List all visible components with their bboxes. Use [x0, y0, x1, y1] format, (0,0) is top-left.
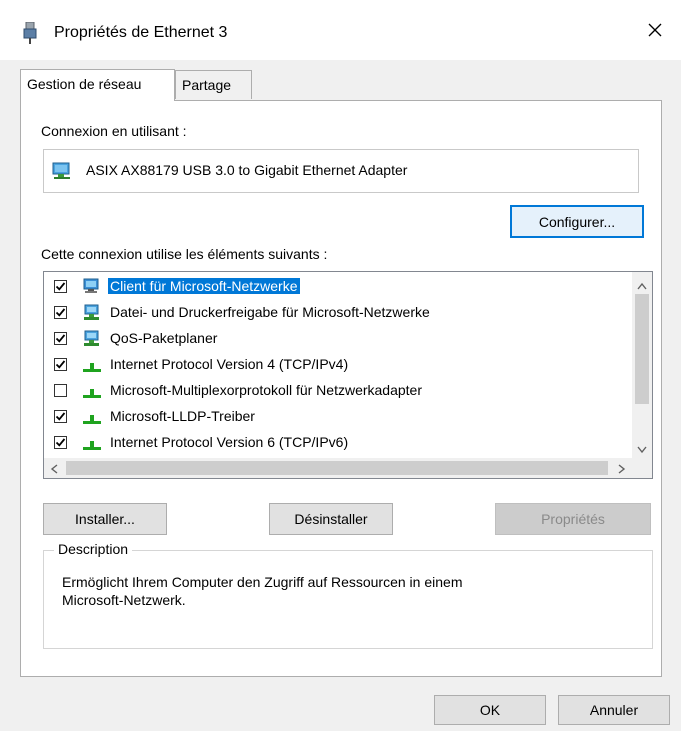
network-service-icon — [82, 304, 102, 322]
list-item-label: Internet Protocol Version 4 (TCP/IPv4) — [110, 356, 349, 372]
network-client-icon — [82, 278, 102, 296]
checkbox-qos-scheduler[interactable] — [54, 332, 67, 345]
components-list[interactable]: Client für Microsoft-Netzwerke Datei- un… — [43, 271, 653, 479]
adapter-name: ASIX AX88179 USB 3.0 to Gigabit Ethernet… — [86, 162, 408, 178]
window-title: Propriétés de Ethernet 3 — [54, 24, 228, 41]
vertical-scrollbar[interactable] — [632, 272, 652, 458]
scroll-left-icon[interactable] — [50, 462, 58, 476]
checkbox-file-printer-sharing[interactable] — [54, 306, 67, 319]
list-item-label: Datei- und Druckerfreigabe für Microsoft… — [110, 304, 430, 320]
list-item-label: Internet Protocol Version 6 (TCP/IPv6) — [110, 434, 349, 450]
cancel-button[interactable]: Annuler — [558, 695, 670, 725]
scroll-down-icon[interactable] — [637, 442, 647, 456]
protocol-icon — [82, 356, 102, 374]
connect-using-label: Connexion en utilisant : — [41, 123, 187, 139]
checkbox-client-ms-networks[interactable] — [54, 280, 67, 293]
configure-button[interactable]: Configurer... — [510, 205, 644, 238]
description-line: Ermöglicht Ihrem Computer den Zugriff au… — [62, 574, 463, 590]
properties-dialog: Propriétés de Ethernet 3 Gestion de rése… — [0, 0, 681, 731]
scroll-right-icon[interactable] — [618, 462, 626, 476]
list-item-label: Microsoft-LLDP-Treiber — [110, 408, 255, 424]
uninstall-button[interactable]: Désinstaller — [269, 503, 393, 535]
description-legend: Description — [54, 541, 133, 557]
adapter-field: ASIX AX88179 USB 3.0 to Gigabit Ethernet… — [43, 149, 639, 193]
checkbox-multiplexor[interactable] — [54, 384, 67, 397]
list-item-label: Microsoft-Multiplexorprotokoll für Netzw… — [110, 382, 422, 398]
list-item-lldp[interactable]: Microsoft-LLDP-Treiber — [44, 404, 626, 430]
protocol-icon — [82, 434, 102, 452]
protocol-icon — [82, 408, 102, 426]
checkbox-ipv6[interactable] — [54, 436, 67, 449]
list-item-qos-scheduler[interactable]: QoS-Paketplaner — [44, 326, 626, 352]
network-service-icon — [82, 330, 102, 348]
title-bar: Propriétés de Ethernet 3 — [0, 0, 681, 60]
network-adapter-icon — [22, 21, 38, 44]
vertical-scroll-thumb[interactable] — [635, 294, 649, 404]
list-item-ipv4[interactable]: Internet Protocol Version 4 (TCP/IPv4) — [44, 352, 626, 378]
ok-button[interactable]: OK — [434, 695, 546, 725]
protocol-icon — [82, 382, 102, 400]
tab-sharing[interactable]: Partage — [175, 70, 252, 99]
description-group: Description Ermöglicht Ihrem Computer de… — [43, 541, 653, 649]
description-line: Microsoft-Netzwerk. — [62, 592, 186, 608]
install-button[interactable]: Installer... — [43, 503, 167, 535]
close-button[interactable] — [635, 14, 675, 48]
horizontal-scrollbar[interactable] — [44, 458, 652, 478]
network-adapter-card-icon — [52, 162, 72, 183]
items-label: Cette connexion utilise les éléments sui… — [41, 246, 328, 262]
list-item-ipv6[interactable]: Internet Protocol Version 6 (TCP/IPv6) — [44, 430, 626, 456]
tab-panel: Connexion en utilisant : ASIX AX88179 US… — [20, 100, 662, 677]
tab-networking[interactable]: Gestion de réseau — [20, 69, 175, 101]
close-icon — [647, 22, 663, 41]
list-item-label: QoS-Paketplaner — [110, 330, 218, 346]
properties-button: Propriétés — [495, 503, 651, 535]
list-item-multiplexor[interactable]: Microsoft-Multiplexorprotokoll für Netzw… — [44, 378, 626, 404]
checkbox-ipv4[interactable] — [54, 358, 67, 371]
list-item-file-printer-sharing[interactable]: Datei- und Druckerfreigabe für Microsoft… — [44, 300, 626, 326]
description-text: Ermöglicht Ihrem Computer den Zugriff au… — [62, 573, 622, 609]
scroll-up-icon[interactable] — [637, 278, 647, 292]
horizontal-scroll-thumb[interactable] — [66, 461, 608, 475]
list-item-client-ms-networks[interactable]: Client für Microsoft-Netzwerke — [44, 274, 626, 300]
list-item-label: Client für Microsoft-Netzwerke — [108, 278, 300, 294]
checkbox-lldp[interactable] — [54, 410, 67, 423]
